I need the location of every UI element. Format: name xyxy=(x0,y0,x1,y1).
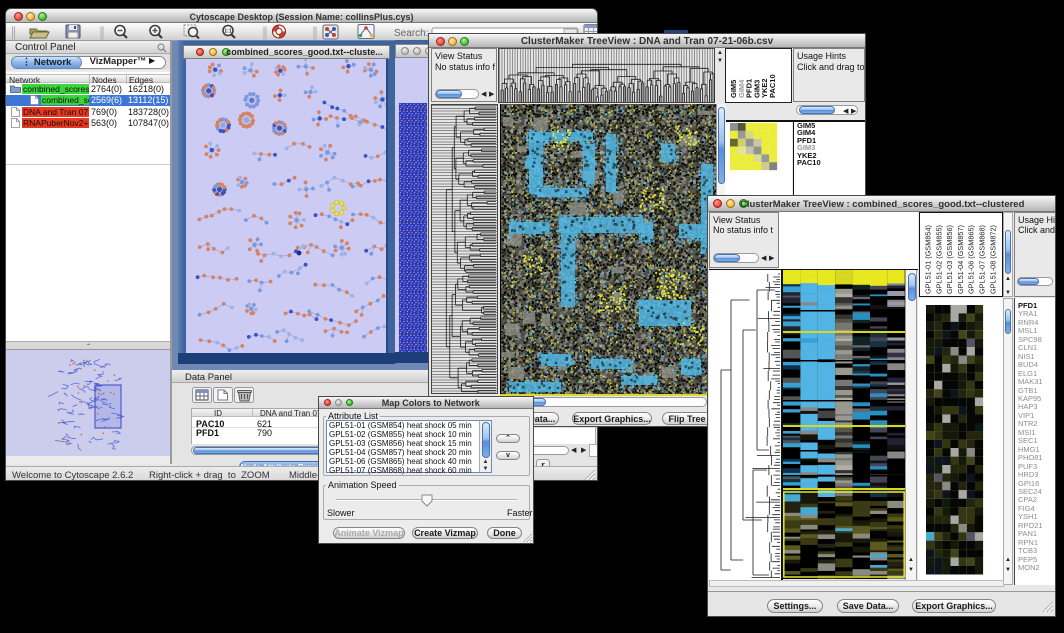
svg-text:GPL51-03 (GSM856): GPL51-03 (GSM856) xyxy=(945,225,954,294)
svg-text:GPL51-06 (GSM865): GPL51-06 (GSM865) xyxy=(967,225,976,294)
svg-text:GPL51-07 (GSM868): GPL51-07 (GSM868) xyxy=(978,225,987,294)
svg-text:1:1: 1:1 xyxy=(224,29,231,35)
svg-text:Search:: Search: xyxy=(394,28,428,39)
svg-text:GPL51-01 (GSM854): GPL51-01 (GSM854) xyxy=(924,225,933,294)
svg-text:GPL51-08 (GSM872): GPL51-08 (GSM872) xyxy=(988,225,997,294)
svg-text:PAC10: PAC10 xyxy=(768,74,777,98)
svg-text:GPL51-02 (GSM855): GPL51-02 (GSM855) xyxy=(934,225,943,294)
svg-text:GPL51-04 (GSM857): GPL51-04 (GSM857) xyxy=(956,225,965,294)
